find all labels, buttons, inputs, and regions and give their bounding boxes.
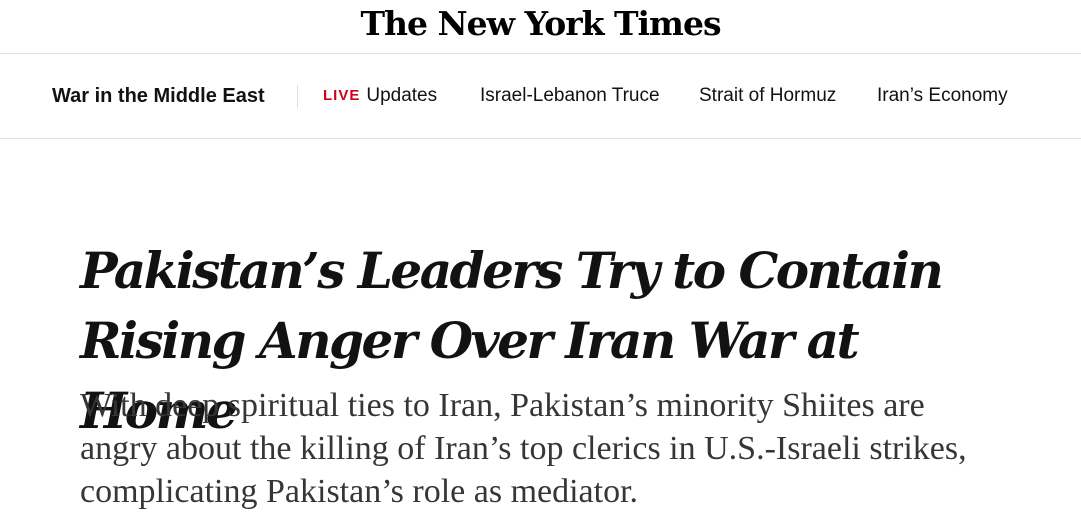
nav-link-israel-lebanon-truce[interactable]: Israel-Lebanon Truce — [480, 85, 660, 107]
nyt-logo[interactable]: The New York Times — [0, 2, 1081, 46]
nav-link-irans-economy[interactable]: Iran’s Economy — [877, 85, 1008, 107]
masthead: The New York Times — [0, 0, 1081, 54]
nav-link-label: Updates — [366, 85, 438, 106]
section-nav: War in the Middle East LIVE Updates Israe… — [0, 54, 1081, 139]
nav-section-title[interactable]: War in the Middle East — [52, 85, 265, 108]
nav-link-live-updates[interactable]: LIVE Updates — [323, 85, 437, 107]
nav-divider — [297, 85, 298, 108]
nav-link-strait-of-hormuz[interactable]: Strait of Hormuz — [699, 85, 836, 107]
live-badge: LIVE — [323, 87, 361, 104]
article-summary: With deep spiritual ties to Iran, Pakist… — [80, 387, 967, 510]
